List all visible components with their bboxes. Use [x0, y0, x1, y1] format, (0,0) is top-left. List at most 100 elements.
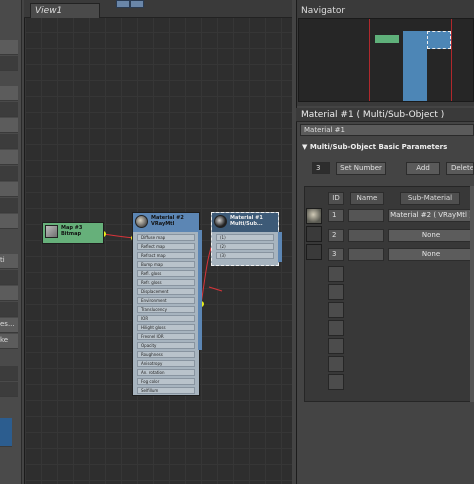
- slot-socket-icon[interactable]: [137, 317, 138, 320]
- column-header-id[interactable]: ID: [328, 192, 344, 205]
- node-slot[interactable]: Bump map: [137, 261, 195, 268]
- wire-fragment: [208, 286, 223, 292]
- sub-material-swatch[interactable]: [306, 244, 322, 260]
- node-slot[interactable]: Displacement: [137, 288, 195, 295]
- node-slot-label: Anisotropy: [141, 361, 163, 366]
- slot-socket-icon[interactable]: [216, 236, 217, 239]
- sub-material-name-field[interactable]: [348, 229, 384, 242]
- node-subtitle: VRayMtl: [151, 221, 175, 227]
- node-slot-label: (1): [220, 235, 226, 240]
- node-slot-label: (3): [220, 253, 226, 258]
- node-slot-label: Fresnel IOR: [141, 334, 164, 339]
- sub-material-swatch[interactable]: [306, 208, 322, 224]
- node-slot[interactable]: Diffuse map: [137, 234, 195, 241]
- node-slot[interactable]: An. rotation: [137, 369, 195, 376]
- node-slot-label: Diffuse map: [141, 235, 166, 240]
- node-vray-material[interactable]: Material #2 VRayMtl Diffuse map Reflect m…: [132, 212, 200, 396]
- node-slot[interactable]: Refr. gloss: [137, 279, 195, 286]
- node-slot-label: Fog color: [141, 379, 160, 384]
- node-slot[interactable]: Fog color: [137, 378, 195, 385]
- node-slot[interactable]: Anisotropy: [137, 360, 195, 367]
- node-slot[interactable]: Refract map: [137, 252, 195, 259]
- delete-button[interactable]: Delete: [446, 162, 474, 175]
- navigator-node-bitmap: [375, 35, 399, 43]
- node-vray-output-bar: [198, 230, 202, 350]
- add-button[interactable]: Add: [406, 162, 440, 175]
- column-header-sub-material[interactable]: Sub-Material: [400, 192, 460, 205]
- slot-socket-icon[interactable]: [137, 335, 138, 338]
- set-number-button[interactable]: Set Number: [336, 162, 386, 175]
- node-slot[interactable]: Reflect map: [137, 243, 195, 250]
- slot-socket-icon[interactable]: [137, 299, 138, 302]
- slot-socket-icon[interactable]: [137, 362, 138, 365]
- empty-row-cell: [328, 284, 344, 300]
- navigator-frame-line: [369, 19, 370, 101]
- slot-socket-icon[interactable]: [137, 389, 138, 392]
- node-multi-sub-material[interactable]: Material #1 Multi/Sub... (1) (2) (3): [211, 212, 279, 266]
- node-slot[interactable]: Selfillum: [137, 387, 195, 394]
- slot-socket-icon[interactable]: [137, 263, 138, 266]
- slot-socket-icon[interactable]: [137, 371, 138, 374]
- sub-material-id: 3: [328, 248, 344, 261]
- slot-socket-icon[interactable]: [137, 290, 138, 293]
- node-slot[interactable]: Refl. gloss: [137, 270, 195, 277]
- node-slot[interactable]: (2): [216, 243, 274, 250]
- slot-socket-icon[interactable]: [137, 326, 138, 329]
- node-slot[interactable]: Hilight gloss: [137, 324, 195, 331]
- node-vray-title-block: Material #2 VRayMtl: [133, 213, 199, 227]
- sub-material-button[interactable]: Material #2 ( VRayMtl ): [388, 209, 474, 222]
- node-slot-label: Opacity: [141, 343, 157, 348]
- node-slot-label: Refl. gloss: [141, 271, 162, 276]
- rollout-title: Multi/Sub-Object Basic Parameters: [309, 143, 448, 151]
- list-scrollbar[interactable]: [470, 186, 474, 402]
- node-slot-label: Reflect map: [141, 244, 165, 249]
- count-field[interactable]: 3: [312, 162, 330, 174]
- node-slot[interactable]: Roughness: [137, 351, 195, 358]
- navigator-node-vray: [403, 31, 427, 101]
- empty-row-cell: [328, 320, 344, 336]
- node-slot[interactable]: Opacity: [137, 342, 195, 349]
- node-slot-label: Selfillum: [141, 388, 159, 393]
- slot-socket-icon[interactable]: [137, 308, 138, 311]
- material-panel-title: Material #1 ( Multi/Sub-Object ): [296, 108, 474, 122]
- node-slot-label: IOR: [141, 316, 149, 321]
- slot-socket-icon[interactable]: [137, 245, 138, 248]
- node-slot[interactable]: Environment: [137, 297, 195, 304]
- rollout-header[interactable]: ▼ Multi/Sub-Object Basic Parameters: [302, 141, 474, 154]
- slot-socket-icon[interactable]: [216, 245, 217, 248]
- slot-socket-icon[interactable]: [137, 272, 138, 275]
- slot-socket-icon[interactable]: [216, 254, 217, 257]
- sub-material-id: 2: [328, 229, 344, 242]
- node-slot[interactable]: (1): [216, 234, 274, 241]
- empty-row-cell: [328, 356, 344, 372]
- node-slot[interactable]: (3): [216, 252, 274, 259]
- navigator-title: Navigator: [301, 6, 346, 16]
- material-name-field[interactable]: Material #1: [300, 124, 474, 136]
- sub-material-swatch[interactable]: [306, 226, 322, 242]
- node-slot-label: Displacement: [141, 289, 169, 294]
- slot-socket-icon[interactable]: [137, 344, 138, 347]
- node-slot-label: (2): [220, 244, 226, 249]
- node-slot[interactable]: Fresnel IOR: [137, 333, 195, 340]
- sub-material-name-field[interactable]: [348, 209, 384, 222]
- slot-socket-icon[interactable]: [137, 380, 138, 383]
- node-slot[interactable]: IOR: [137, 315, 195, 322]
- wire-bitmap-to-diffuse[interactable]: [102, 233, 135, 239]
- slot-socket-icon[interactable]: [137, 281, 138, 284]
- sub-material-name-field[interactable]: [348, 248, 384, 261]
- node-slot[interactable]: Translucency: [137, 306, 195, 313]
- node-slot-label: Roughness: [141, 352, 163, 357]
- node-slot-label: Bump map: [141, 262, 163, 267]
- slot-socket-icon[interactable]: [137, 236, 138, 239]
- slot-socket-icon[interactable]: [137, 353, 138, 356]
- empty-row-cell: [328, 266, 344, 282]
- sub-material-button[interactable]: None: [388, 229, 474, 242]
- node-multi-output-bar: [278, 232, 282, 262]
- sub-material-button[interactable]: None: [388, 248, 474, 261]
- column-header-name[interactable]: Name: [350, 192, 384, 205]
- navigator-frame-line: [451, 19, 452, 101]
- slot-socket-icon[interactable]: [137, 254, 138, 257]
- navigator-view[interactable]: [298, 18, 474, 102]
- rollout-arrow-icon: ▼: [302, 143, 310, 151]
- node-bitmap[interactable]: Map #3 Bitmap: [42, 222, 104, 244]
